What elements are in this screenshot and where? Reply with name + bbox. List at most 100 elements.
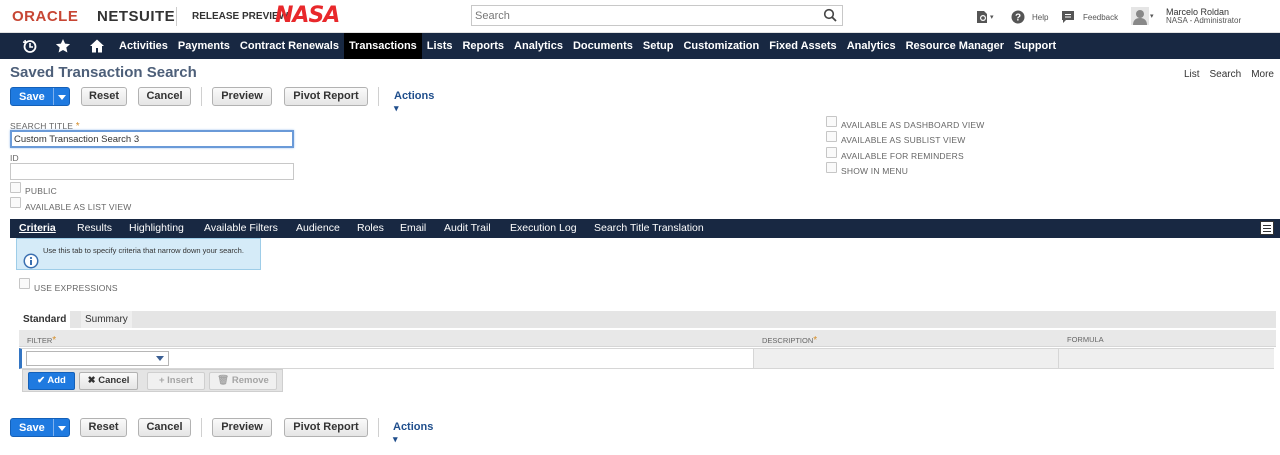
info-icon — [23, 253, 39, 269]
oracle-logo[interactable]: ORACLE — [12, 8, 78, 25]
nav-item-support[interactable]: Support — [1009, 33, 1061, 59]
available-sublist-checkbox[interactable] — [826, 131, 837, 142]
tab-email[interactable]: Email — [400, 219, 426, 238]
search-title-input[interactable] — [10, 130, 294, 148]
nav-item-reports[interactable]: Reports — [457, 33, 509, 59]
chevron-down-icon: ▾ — [990, 14, 994, 21]
tab-roles[interactable]: Roles — [357, 219, 384, 238]
help-label: Help — [1032, 12, 1049, 22]
id-input[interactable] — [10, 163, 294, 180]
subtab-standard[interactable]: Standard — [19, 311, 71, 328]
subtab-summary[interactable]: Summary — [81, 311, 132, 328]
chevron-down-icon: ▾ — [1150, 13, 1154, 20]
plus-icon: + — [158, 375, 165, 386]
divider — [201, 418, 202, 437]
save-dropdown-arrow[interactable] — [53, 419, 69, 436]
show-in-menu-checkbox[interactable] — [826, 162, 837, 173]
nav-item-payments[interactable]: Payments — [173, 33, 235, 59]
criteria-edit-row — [19, 348, 1274, 369]
criteria-row-buttons: ✔ Add ✖ Cancel + Insert 🗑 Remove — [22, 369, 283, 392]
actions-menu-bottom[interactable]: Actions — [393, 421, 433, 445]
user-role: NASA - Administrator — [1166, 16, 1242, 25]
preview-button[interactable]: Preview — [212, 87, 272, 106]
nav-item-analytics-2[interactable]: Analytics — [842, 33, 901, 59]
filter-select[interactable] — [26, 351, 169, 366]
formula-cell[interactable] — [1058, 349, 1274, 368]
search-icon[interactable] — [823, 8, 837, 22]
help-link[interactable]: ? Help — [1010, 8, 1048, 26]
available-dashboard-checkbox[interactable] — [826, 116, 837, 127]
tab-audience[interactable]: Audience — [296, 219, 340, 238]
reset-button[interactable]: Reset — [81, 87, 127, 106]
use-expressions-checkbox[interactable] — [19, 278, 30, 289]
nav-item-fixed-assets[interactable]: Fixed Assets — [764, 33, 841, 59]
divider — [378, 87, 379, 106]
pivot-report-button[interactable]: Pivot Report — [284, 87, 368, 106]
feedback-link[interactable]: Feedback — [1060, 8, 1118, 26]
home-icon[interactable] — [89, 38, 105, 54]
available-sublist-label: AVAILABLE AS SUBLIST VIEW — [841, 135, 966, 145]
add-button[interactable]: ✔ Add — [28, 372, 75, 390]
user-menu[interactable]: ▾ — [1131, 7, 1154, 25]
criteria-grid-header: FILTER* DESCRIPTION* FORMULA — [19, 330, 1276, 347]
available-list-view-checkbox[interactable] — [10, 197, 21, 208]
preview-button-bottom[interactable]: Preview — [212, 418, 272, 437]
tabs-menu-icon[interactable] — [1260, 221, 1274, 235]
svg-text:?: ? — [1015, 13, 1021, 24]
more-link[interactable]: More — [1251, 69, 1274, 80]
cancel-button[interactable]: Cancel — [138, 87, 191, 106]
public-checkbox[interactable] — [10, 182, 21, 193]
netsuite-logo[interactable]: NETSUITE — [97, 8, 175, 25]
reset-button-bottom[interactable]: Reset — [80, 418, 127, 437]
save-button-label: Save — [19, 91, 45, 103]
nav-item-resource-manager[interactable]: Resource Manager — [901, 33, 1009, 59]
global-search-input[interactable] — [472, 6, 812, 25]
star-icon[interactable] — [55, 38, 71, 54]
available-reminders-checkbox[interactable] — [826, 147, 837, 158]
trash-icon: 🗑 — [217, 375, 230, 386]
use-expressions-label: USE EXPRESSIONS — [34, 283, 118, 293]
nav-item-transactions[interactable]: Transactions — [343, 33, 422, 59]
column-header-filter: FILTER* — [27, 335, 57, 346]
tab-highlighting[interactable]: Highlighting — [129, 219, 184, 238]
nav-item-lists[interactable]: Lists — [422, 33, 458, 59]
description-cell[interactable] — [753, 349, 1058, 368]
nav-item-contract-renewals[interactable]: Contract Renewals — [235, 33, 344, 59]
tab-available-filters[interactable]: Available Filters — [204, 219, 278, 238]
show-in-menu-label: SHOW IN MENU — [841, 166, 909, 176]
row-cancel-button[interactable]: ✖ Cancel — [79, 372, 138, 390]
cancel-button-bottom[interactable]: Cancel — [138, 418, 191, 437]
help-icon: ? — [1011, 10, 1025, 24]
save-button-bottom[interactable]: Save — [10, 418, 70, 437]
tab-audit-trail[interactable]: Audit Trail — [444, 219, 491, 238]
release-preview-label: RELEASE PREVIEW — [192, 11, 289, 22]
recent-records-menu[interactable]: ▾ — [974, 8, 994, 26]
nav-menu: Activities Payments Contract Renewals Tr… — [114, 33, 1061, 59]
save-button[interactable]: Save — [10, 87, 70, 106]
save-dropdown-arrow[interactable] — [53, 88, 69, 105]
recent-history-icon[interactable] — [22, 38, 38, 54]
nav-item-customization[interactable]: Customization — [678, 33, 764, 59]
actions-menu[interactable]: Actions — [394, 90, 434, 114]
top-bar: ORACLE NETSUITE RELEASE PREVIEW NASA ▾ ?… — [0, 0, 1280, 33]
available-reminders-label: AVAILABLE FOR REMINDERS — [841, 151, 964, 161]
insert-button[interactable]: + Insert — [147, 372, 205, 390]
recent-records-icon — [977, 11, 987, 23]
public-label: PUBLIC — [25, 186, 57, 196]
list-link[interactable]: List — [1184, 69, 1200, 80]
tab-search-title-translation[interactable]: Search Title Translation — [594, 219, 704, 238]
tab-results[interactable]: Results — [77, 219, 112, 238]
tab-execution-log[interactable]: Execution Log — [510, 219, 577, 238]
search-link[interactable]: Search — [1210, 69, 1242, 80]
divider — [201, 87, 202, 106]
divider — [378, 418, 379, 437]
nav-item-documents[interactable]: Documents — [568, 33, 638, 59]
feedback-icon — [1062, 11, 1074, 23]
nav-item-analytics[interactable]: Analytics — [509, 33, 568, 59]
remove-button[interactable]: 🗑 Remove — [209, 372, 277, 390]
nav-item-setup[interactable]: Setup — [638, 33, 679, 59]
tab-criteria[interactable]: Criteria — [19, 219, 56, 238]
available-list-view-label: AVAILABLE AS LIST VIEW — [25, 202, 132, 212]
pivot-report-button-bottom[interactable]: Pivot Report — [284, 418, 368, 437]
nav-item-activities[interactable]: Activities — [114, 33, 173, 59]
